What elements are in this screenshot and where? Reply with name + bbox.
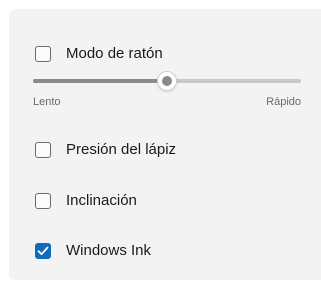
speed-slider[interactable] [33,71,301,91]
windows-ink-checkbox[interactable] [35,243,51,259]
pen-pressure-checkbox[interactable] [35,142,51,158]
slider-max-label: Rápido [266,96,301,108]
mouse-mode-option[interactable]: Modo de ratón [35,43,163,65]
windows-ink-option[interactable]: Windows Ink [35,240,151,262]
slider-thumb[interactable] [157,71,177,91]
tilt-checkbox[interactable] [35,193,51,209]
slider-fill [33,79,167,83]
slider-min-label: Lento [33,96,61,108]
windows-ink-label: Windows Ink [66,242,152,259]
mouse-mode-checkbox[interactable] [35,46,51,62]
mouse-mode-label: Modo de ratón [66,45,163,62]
pen-pressure-label: Presión del lápiz [66,141,177,158]
checkmark-icon [37,246,49,256]
tilt-option[interactable]: Inclinación [35,190,137,212]
pen-pressure-option[interactable]: Presión del lápiz [35,139,176,161]
tilt-label: Inclinación [66,192,137,209]
